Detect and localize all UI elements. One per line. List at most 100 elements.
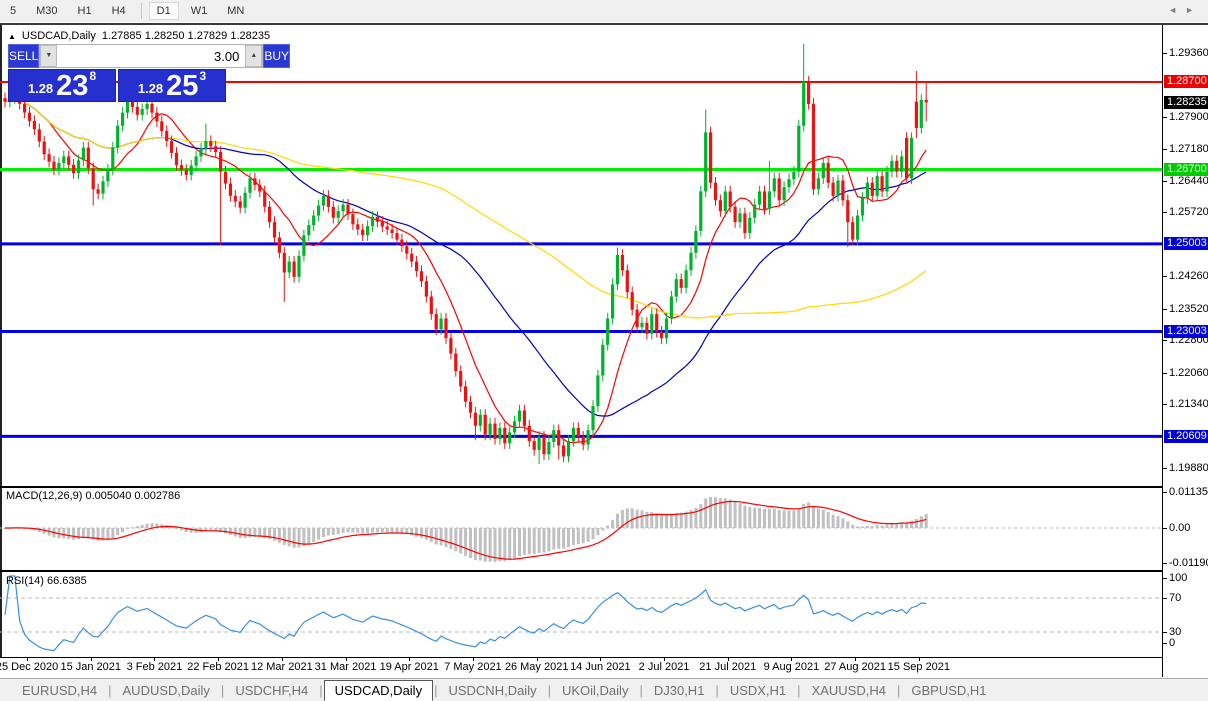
macd-histogram-bar: [920, 516, 923, 528]
macd-histogram-bar: [596, 528, 599, 535]
timeframe-button-h1[interactable]: H1: [70, 2, 100, 20]
price-tick-label: 1.27900: [1169, 111, 1208, 123]
candle-body: [719, 200, 722, 211]
price-tick-label: 1.25720: [1169, 206, 1208, 218]
price-axis[interactable]: 1.293601.279001.271801.264401.257201.242…: [1163, 25, 1208, 677]
timeframe-button-d1[interactable]: D1: [149, 2, 179, 20]
candle-body: [273, 222, 276, 237]
axis-tick-mark: [1163, 468, 1167, 469]
macd-histogram-bar: [680, 513, 683, 528]
rsi-tick-label: 100: [1169, 572, 1187, 584]
macd-histogram-bar: [371, 528, 374, 533]
macd-histogram-bar: [283, 528, 286, 545]
candle-body: [48, 154, 51, 161]
date-axis[interactable]: 25 Dec 202015 Jan 20213 Feb 202122 Feb 2…: [0, 658, 1162, 677]
buy-button[interactable]: BUY: [263, 44, 290, 68]
macd-histogram-bar: [469, 528, 472, 558]
macd-histogram-bar: [734, 502, 737, 528]
candle-body: [734, 207, 737, 222]
price-tick-label: 1.21340: [1169, 398, 1208, 410]
candle-body: [645, 323, 648, 334]
candle-body: [567, 441, 570, 456]
candle-body: [601, 345, 604, 376]
macd-histogram-bar: [288, 528, 291, 546]
candle-body: [395, 233, 398, 240]
macd-histogram-bar: [111, 528, 114, 538]
volume-decrease-button[interactable]: ▼: [40, 45, 57, 67]
candle-body: [797, 126, 800, 172]
candle-body: [28, 113, 31, 121]
macd-histogram-bar: [665, 515, 668, 528]
candle-body: [670, 297, 673, 319]
candle-body: [165, 131, 168, 141]
scroll-right-icon[interactable]: ►: [1185, 5, 1202, 15]
buy-price-digits: 25: [166, 73, 198, 99]
chart-tab-xauusd[interactable]: XAUUSD,H4: [802, 681, 896, 700]
macd-histogram-bar: [479, 528, 482, 561]
macd-histogram-bar: [562, 528, 565, 548]
candle-body: [381, 222, 384, 227]
candle-body: [283, 253, 286, 273]
timeframe-button-h4[interactable]: H4: [104, 2, 134, 20]
timeframe-button-5[interactable]: 5: [2, 2, 24, 20]
macd-histogram-bar: [748, 507, 751, 528]
chart-tab-usdchf[interactable]: USDCHF,H4: [225, 681, 318, 700]
volume-increase-button[interactable]: ▲: [245, 45, 262, 67]
chart-tab-audusd[interactable]: AUDUSD,Daily: [113, 681, 220, 700]
candle-body: [410, 254, 413, 262]
candle-body: [675, 279, 678, 297]
tab-separator: |: [108, 683, 111, 698]
timeframe-toolbar: 5M30 H1H4 D1W1MN: [0, 0, 1208, 22]
chart-tab-eurusd[interactable]: EURUSD,H4: [12, 681, 107, 700]
macd-histogram-bar: [817, 508, 820, 528]
macd-histogram-bar: [425, 528, 428, 540]
candle-body: [376, 217, 379, 222]
candle-body: [444, 318, 447, 338]
chart-tab-usdcad[interactable]: USDCAD,Daily: [324, 680, 433, 701]
pane-divider[interactable]: [0, 570, 1162, 572]
candle-body: [616, 255, 619, 284]
sell-button[interactable]: SELL: [8, 44, 39, 68]
candle-body: [72, 165, 75, 173]
macd-histogram-bar: [822, 510, 825, 528]
macd-histogram-bar: [136, 526, 139, 528]
chart-tab-ukoil[interactable]: UKOil,Daily: [552, 681, 638, 700]
symbol-label: USDCAD,Daily: [22, 30, 96, 42]
timeframe-button-w1[interactable]: W1: [183, 2, 216, 20]
chart-tab-gbpusd[interactable]: GBPUSD,H1: [901, 681, 996, 700]
candle-body: [77, 160, 80, 173]
date-label: 22 Feb 2021: [187, 661, 249, 673]
macd-histogram-bar: [312, 528, 315, 542]
buy-price-display[interactable]: 1.28 25 3: [118, 69, 226, 102]
macd-histogram-bar: [694, 508, 697, 528]
macd-histogram-bar: [454, 528, 457, 551]
chart-tab-usdx[interactable]: USDX,H1: [720, 681, 796, 700]
collapse-icon[interactable]: ▲: [8, 32, 16, 41]
timeframe-button-mn[interactable]: MN: [219, 2, 252, 20]
macd-histogram-bar: [724, 498, 727, 528]
sell-price-display[interactable]: 1.28 23 8: [8, 69, 116, 102]
date-label: 19 Apr 2021: [380, 661, 439, 673]
chart-tab-usdcnh[interactable]: USDCNH,Daily: [438, 681, 546, 700]
scroll-left-icon[interactable]: ◄: [1168, 5, 1185, 15]
tab-separator: |: [715, 683, 718, 698]
candle-body: [885, 172, 888, 192]
timeframe-button-m30[interactable]: M30: [28, 2, 65, 20]
macd-histogram-bar: [601, 528, 604, 531]
date-label: 12 Mar 2021: [251, 661, 313, 673]
macd-histogram-bar: [146, 524, 149, 528]
tab-separator: |: [797, 683, 800, 698]
macd-histogram-bar: [298, 528, 301, 548]
volume-input[interactable]: [57, 45, 245, 67]
chart-tab-dj30[interactable]: DJ30,H1: [644, 681, 715, 700]
candle-body: [278, 237, 281, 252]
tab-scroll-arrows[interactable]: ◄►: [1168, 5, 1202, 15]
macd-histogram-bar: [307, 528, 310, 544]
candle-body: [263, 191, 266, 206]
macd-histogram-bar: [474, 528, 477, 560]
axis-tick-mark: [1163, 373, 1167, 374]
macd-histogram-bar: [528, 528, 531, 554]
macd-histogram-bar: [459, 528, 462, 554]
rsi-pane[interactable]: [0, 573, 1162, 657]
tab-separator: |: [548, 683, 551, 698]
